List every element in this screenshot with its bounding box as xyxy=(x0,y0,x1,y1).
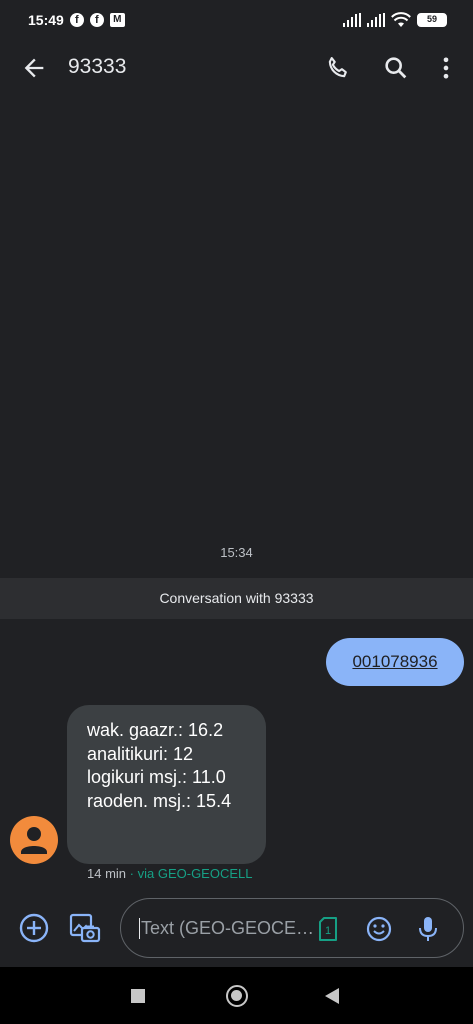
gmail-icon: M xyxy=(109,13,125,27)
sim-label: 1 xyxy=(325,925,331,937)
avatar[interactable] xyxy=(10,816,58,864)
status-left: 15:49 f f M xyxy=(28,12,125,28)
wifi-icon xyxy=(391,12,411,27)
status-right: 59 xyxy=(343,12,447,28)
message-line: analitikuri: 12 xyxy=(87,743,194,764)
message-line: raoden. msj.: 15.4 xyxy=(87,790,232,811)
emoji-icon[interactable] xyxy=(365,915,393,943)
facebook-icon: f xyxy=(89,13,104,27)
more-vert-icon[interactable] xyxy=(432,54,460,82)
message-meta: 14 min · via GEO-GEOCELL xyxy=(87,866,253,881)
message-input-placeholder: Text (GEO-GEOCE… xyxy=(139,918,315,939)
conversation-title: 93333 xyxy=(68,55,127,78)
message-line: wak. gaazr.: 16.2 xyxy=(87,720,224,740)
battery-indicator: 59 xyxy=(417,13,447,27)
add-circle-icon[interactable] xyxy=(18,912,50,944)
signal-icon xyxy=(343,13,361,27)
facebook-icon: f xyxy=(69,13,84,27)
via-carrier: via GEO-GEOCELL xyxy=(137,866,253,881)
message-timestamp: 15:34 xyxy=(220,545,253,560)
incoming-message-bubble[interactable]: wak. gaazr.: 16.2 analitikuri: 12 logiku… xyxy=(67,705,266,864)
gallery-camera-icon[interactable] xyxy=(68,911,102,945)
person-icon xyxy=(21,827,47,854)
microphone-icon[interactable] xyxy=(415,915,441,943)
search-icon[interactable] xyxy=(382,54,410,82)
recents-icon[interactable] xyxy=(131,989,145,1003)
conversation-banner: Conversation with 93333 xyxy=(0,578,473,619)
app-bar: 93333 xyxy=(0,40,473,96)
sim-card-icon[interactable]: 1 xyxy=(318,917,338,941)
home-icon[interactable] xyxy=(226,985,248,1007)
signal-icon xyxy=(367,13,385,27)
status-bar: 15:49 f f M 59 xyxy=(0,0,473,40)
message-line: logikuri msj.: 11.0 xyxy=(87,767,226,787)
nav-back-icon[interactable] xyxy=(325,988,339,1004)
status-time: 15:49 xyxy=(28,12,64,28)
back-arrow-icon[interactable] xyxy=(20,54,48,82)
outgoing-message-bubble[interactable]: 001078936 xyxy=(326,638,464,686)
composer: Text (GEO-GEOCE… 1 xyxy=(0,897,473,961)
message-age: 14 min xyxy=(87,866,127,881)
phone-icon[interactable] xyxy=(324,54,352,82)
system-nav-bar xyxy=(0,967,473,1024)
message-input[interactable]: Text (GEO-GEOCE… 1 xyxy=(120,898,464,958)
